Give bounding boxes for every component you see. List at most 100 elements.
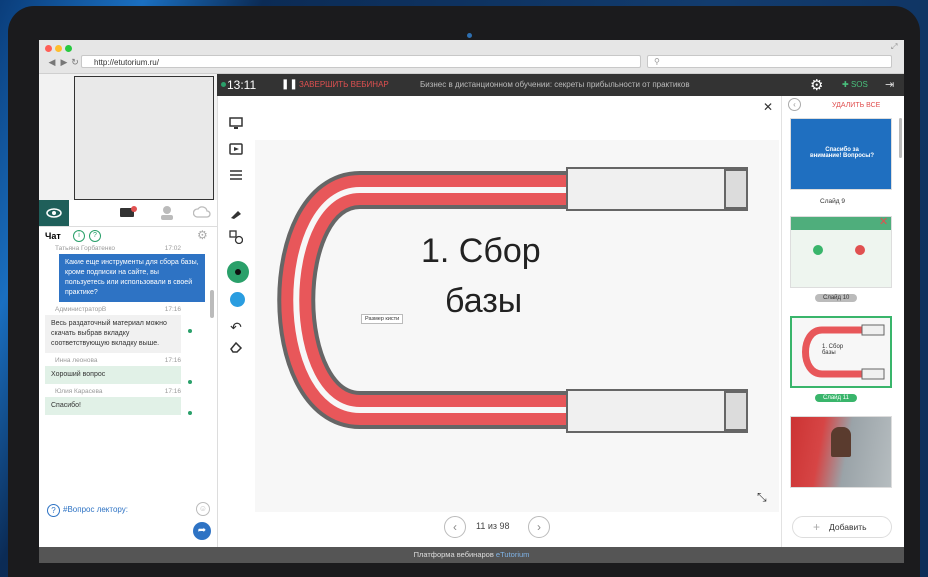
webinar-topbar: 13:11 ❚❚ ЗАВЕРШИТЬ ВЕБИНАР Бизнес в дист…: [217, 74, 904, 96]
help-icon[interactable]: ?: [89, 230, 101, 242]
chat-title: Чат: [45, 231, 61, 241]
thumb-figure: [831, 427, 851, 457]
marker-icon[interactable]: [227, 206, 245, 224]
chat-icon: [120, 206, 137, 217]
chat-messages: Татьяна Горбатенко 17:02 Какие еще инстру…: [39, 245, 211, 500]
collapse-panel-icon[interactable]: ‹: [788, 98, 801, 111]
send-button[interactable]: ➦: [193, 522, 211, 540]
maximize-window-icon[interactable]: [65, 45, 72, 52]
brush-size-tooltip: Размер кисти: [361, 314, 404, 324]
question-icon[interactable]: ?: [47, 504, 60, 517]
emoji-icon[interactable]: ☺: [196, 502, 210, 516]
shapes-icon[interactable]: [227, 230, 245, 248]
browser-toolbar: ◀ ▶ ↻ http://etutorium.ru/ ⚲ ⤢: [39, 40, 904, 74]
thumb-header-bar: [791, 217, 891, 230]
footer-bar: Платформа вебинаров eTutorium: [39, 547, 904, 563]
magnet-illustration: [277, 167, 748, 433]
slides-panel: ‹ УДАЛИТЬ ВСЕ Спасибо за внимание! Вопро…: [781, 96, 904, 547]
monitor-icon[interactable]: [227, 116, 245, 134]
cloud-icon: [192, 206, 211, 218]
presenter-video: [74, 76, 214, 200]
add-slide-button[interactable]: + Добавить: [792, 516, 892, 538]
end-webinar-button[interactable]: ЗАВЕРШИТЬ ВЕБИНАР: [299, 80, 389, 89]
close-slide-icon[interactable]: ✕: [763, 100, 773, 114]
page-indicator: 11 из 98: [476, 521, 510, 531]
message-author: АдминистраторВ 17:16: [55, 306, 181, 313]
read-status-icon: [188, 411, 192, 415]
video-play-icon[interactable]: [227, 142, 245, 160]
slide-thumb-text: Спасибо за внимание! Вопросы?: [809, 147, 874, 159]
fullscreen-icon[interactable]: ⤡: [757, 490, 767, 505]
thumb-cross-icon: [855, 245, 865, 255]
sos-button[interactable]: ✚ SOS: [842, 80, 868, 89]
pause-icon[interactable]: ❚❚: [281, 79, 298, 90]
slide-title-line1: 1. Сбор: [421, 232, 541, 270]
webcam-dot: [467, 33, 472, 38]
chat-header: Чат i ? ⚙: [39, 227, 217, 245]
chat-settings-icon[interactable]: ⚙: [197, 228, 208, 242]
tab-participants[interactable]: [160, 205, 174, 225]
settings-icon[interactable]: ⚙: [810, 76, 823, 94]
color-picker-button[interactable]: [230, 292, 245, 307]
message-bubble: Весь раздаточный материал можно скачать …: [45, 315, 192, 353]
slide-thumb-label: Слайд 9: [820, 198, 845, 205]
read-status-icon: [188, 329, 192, 333]
footer-text: Платформа вебинаров: [413, 550, 494, 559]
chat-message: Юлия Карасева 17:16 Спасибо!: [39, 388, 211, 415]
message-bubble: Хороший вопрос: [45, 366, 192, 384]
footer-brand[interactable]: eTutorium: [496, 550, 529, 559]
browser-search-field[interactable]: ⚲: [647, 55, 892, 68]
slide-thumb[interactable]: [790, 416, 892, 488]
slides-scrollbar[interactable]: [899, 118, 902, 158]
address-bar[interactable]: http://etutorium.ru/: [81, 55, 641, 68]
brush-size-button[interactable]: [227, 261, 249, 283]
chat-message: Инна леонова 17:16 Хороший вопрос: [39, 357, 211, 384]
slide-canvas[interactable]: 1. Сбор базы Размер кисти ⤡: [255, 140, 779, 512]
close-window-icon[interactable]: [45, 45, 52, 52]
message-author: Юлия Карасева 17:16: [55, 388, 181, 395]
slide-thumb-active[interactable]: 1. Сбор базы: [790, 316, 892, 388]
message-author: Татьяна Горбатенко 17:02: [55, 245, 181, 252]
slide-thumb-label: Слайд 10: [815, 294, 858, 302]
chat-message: АдминистраторВ 17:16 Весь раздаточный мат…: [39, 306, 211, 353]
eraser-icon[interactable]: [227, 340, 245, 358]
info-icon[interactable]: i: [73, 230, 85, 242]
forward-icon[interactable]: ▶: [59, 57, 69, 67]
reload-icon[interactable]: ↻: [70, 57, 80, 67]
thumb-close-icon: ✕: [879, 216, 889, 228]
tab-viewers[interactable]: [39, 200, 69, 226]
tab-chat[interactable]: [119, 206, 137, 225]
message-bubble: Какие еще инструменты для сбора базы, кр…: [59, 254, 205, 302]
undo-icon[interactable]: ↶: [227, 318, 245, 336]
eye-icon: [46, 208, 62, 218]
next-slide-button[interactable]: ›: [528, 516, 550, 538]
delete-all-button[interactable]: УДАЛИТЬ ВСЕ: [832, 102, 880, 109]
slide-thumb[interactable]: ✕: [790, 216, 892, 288]
left-tabs: [39, 200, 217, 227]
screen: ◀ ▶ ↻ http://etutorium.ru/ ⚲ ⤢ Чат i ? ⚙…: [39, 40, 904, 563]
read-status-icon: [188, 380, 192, 384]
message-author: Инна леонова 17:16: [55, 357, 181, 364]
expand-icon[interactable]: ⤢: [891, 42, 897, 52]
sos-icon: ✚: [842, 80, 849, 89]
left-panel: Чат i ? ⚙ Татьяна Горбатенко 17:02 Какие …: [39, 74, 218, 547]
slide-thumb[interactable]: Спасибо за внимание! Вопросы?: [790, 118, 892, 190]
slide-thumb-text: 1. Сбор базы: [822, 344, 844, 356]
back-icon[interactable]: ◀: [47, 57, 57, 67]
tab-files[interactable]: [192, 205, 211, 225]
video-area: [39, 74, 217, 200]
prev-slide-button[interactable]: ‹: [444, 516, 466, 538]
slide-title-line2: базы: [445, 282, 523, 320]
chat-message: Татьяна Горбатенко 17:02 Какие еще инстру…: [39, 245, 211, 302]
exit-icon[interactable]: ⇥: [885, 78, 894, 91]
user-icon: [161, 206, 173, 220]
chat-input-area: ? #Вопрос лектору: ☺ ➦: [39, 500, 217, 547]
question-input[interactable]: #Вопрос лектору:: [63, 505, 128, 514]
webinar-title: Бизнес в дистанционном обучении: секреты…: [420, 80, 690, 89]
list-icon[interactable]: [227, 168, 245, 186]
record-indicator-icon: [221, 82, 226, 87]
minimize-window-icon[interactable]: [55, 45, 62, 52]
chat-scrollbar[interactable]: [210, 290, 214, 318]
webinar-timer: 13:11: [227, 78, 257, 92]
webinar-app: Чат i ? ⚙ Татьяна Горбатенко 17:02 Какие …: [39, 74, 904, 547]
